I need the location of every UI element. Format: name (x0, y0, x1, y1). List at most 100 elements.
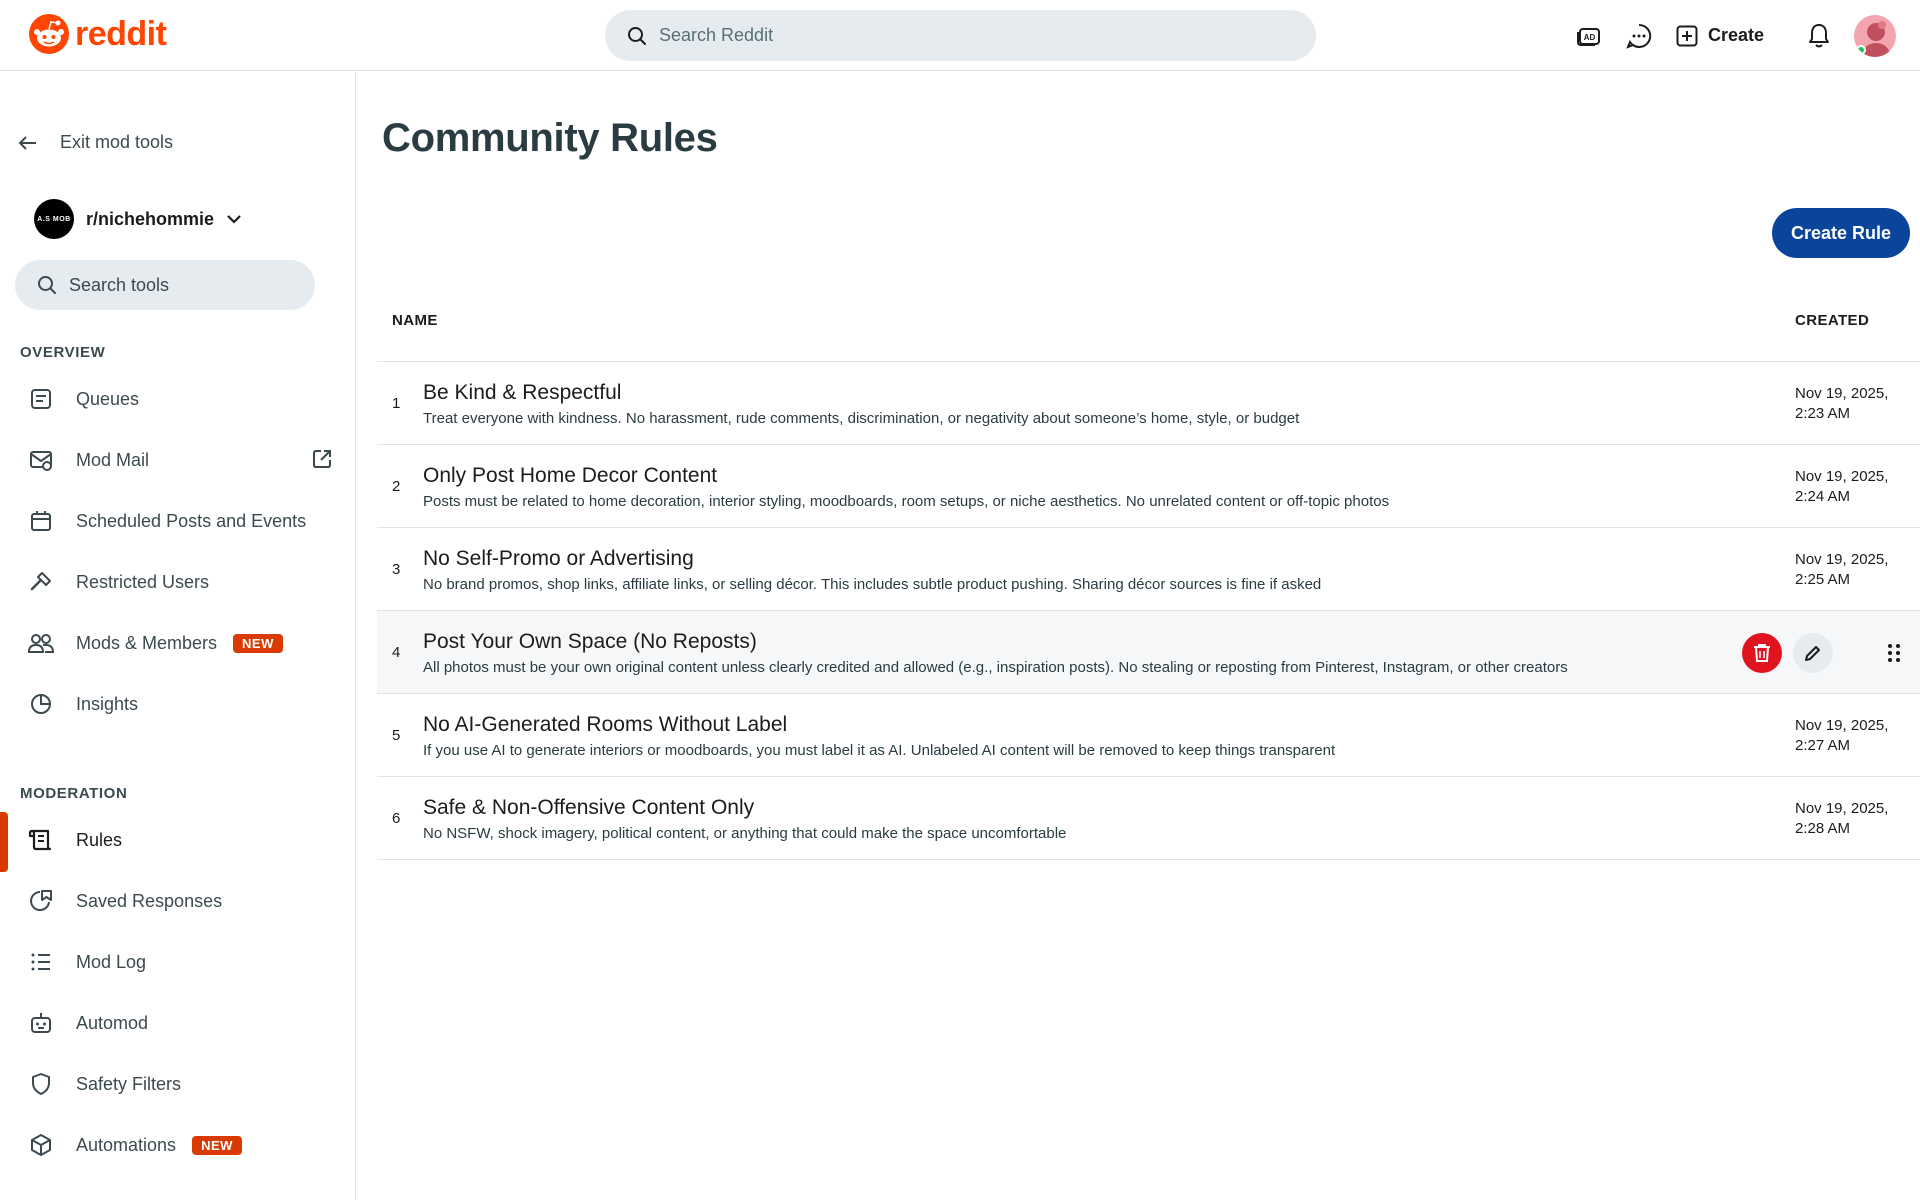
pencil-icon (1805, 646, 1820, 661)
notifications-button[interactable] (1794, 11, 1844, 61)
cube-icon (28, 1132, 54, 1158)
rule-row[interactable]: 2 Only Post Home Decor Content Posts mus… (377, 445, 1920, 528)
hammer-icon (28, 569, 54, 595)
snoo-icon (29, 14, 69, 54)
rule-created-date: Nov 19, 2025, 2:23 AM (1795, 384, 1915, 424)
rule-row[interactable]: 3 No Self-Promo or Advertising No brand … (377, 528, 1920, 611)
rule-description: No brand promos, shop links, affiliate l… (423, 576, 1322, 593)
active-indicator (0, 812, 8, 872)
rule-title: No Self-Promo or Advertising (423, 547, 694, 570)
rule-row[interactable]: 1 Be Kind & Respectful Treat everyone wi… (377, 362, 1920, 445)
trash-icon (1754, 644, 1770, 662)
time-text: 2:23 AM (1795, 405, 1851, 422)
list-icon (28, 949, 54, 975)
search-icon (38, 276, 56, 294)
pie-chart-icon (28, 691, 54, 717)
nav-item-safety-filters[interactable]: Safety Filters (0, 1056, 355, 1112)
drag-dots-icon (1888, 644, 1900, 662)
nav-item-insights[interactable]: Insights (0, 676, 355, 732)
chat-button[interactable] (1614, 11, 1664, 61)
nav-item-automod[interactable]: Automod (0, 995, 355, 1051)
rules-icon (28, 827, 54, 853)
main-content: Community Rules Create Rule NAME CREATED… (357, 72, 1920, 1200)
date-text: Nov 19, 2025, (1795, 551, 1889, 568)
rule-number: 2 (392, 478, 401, 495)
search-reddit-input[interactable]: Search Reddit (605, 10, 1316, 61)
queue-icon (28, 386, 54, 412)
community-name: r/nichehommie (86, 208, 215, 229)
community-avatar: A.S MOB (34, 199, 74, 239)
rule-row[interactable]: 6 Safe & Non-Offensive Content Only No N… (377, 777, 1920, 860)
nav-label: Rules (76, 829, 123, 850)
calendar-icon (28, 508, 54, 534)
new-badge: NEW (233, 633, 283, 653)
chevron-down-icon (227, 215, 241, 224)
rule-created-date: Nov 19, 2025, 2:25 AM (1795, 550, 1915, 590)
header-actions: AD Create (1564, 0, 1920, 71)
rule-row[interactable]: 5 No AI-Generated Rooms Without Label If… (377, 694, 1920, 777)
nav-label: Automod (76, 1012, 149, 1033)
rule-title: Be Kind & Respectful (423, 381, 622, 404)
date-text: Nov 19, 2025, (1795, 717, 1889, 734)
nav-label: Automations (76, 1134, 177, 1155)
nav-item-mods-members[interactable]: Mods & Members NEW (0, 615, 355, 671)
rule-description: All photos must be your own original con… (423, 659, 1568, 676)
external-link-icon[interactable] (311, 448, 333, 475)
nav-item-mod-mail[interactable]: Mod Mail (0, 432, 355, 488)
nav-item-automations[interactable]: Automations NEW (0, 1117, 355, 1173)
search-tools-placeholder: Search tools (69, 274, 170, 295)
rule-number: 6 (392, 810, 401, 827)
reddit-logo[interactable]: reddit (29, 14, 167, 54)
nav-label: Mod Log (76, 951, 147, 972)
rule-title: Only Post Home Decor Content (423, 464, 718, 487)
ads-icon: AD (1576, 27, 1600, 46)
rule-row[interactable]: 4 Post Your Own Space (No Reposts) All p… (377, 611, 1920, 694)
nav-item-saved-responses[interactable]: Saved Responses (0, 873, 355, 929)
nav-item-queues[interactable]: Queues (0, 371, 355, 427)
moderation-section-label: MODERATION (20, 785, 128, 802)
nav-label: Safety Filters (76, 1073, 182, 1094)
rule-title: Post Your Own Space (No Reposts) (423, 630, 757, 653)
rule-number: 4 (392, 644, 401, 661)
advertise-button[interactable]: AD (1564, 11, 1614, 61)
create-label: Create (1707, 25, 1764, 45)
nav-label: Mod Mail (76, 449, 150, 470)
column-header-name: NAME (392, 312, 438, 329)
user-avatar[interactable] (1854, 14, 1896, 57)
rule-number: 5 (392, 727, 401, 744)
page-title: Community Rules (382, 116, 718, 160)
mail-icon (28, 447, 54, 473)
nav-item-mod-log[interactable]: Mod Log (0, 934, 355, 990)
members-icon (28, 630, 54, 656)
plus-icon (1676, 25, 1698, 46)
top-header: reddit Search Reddit AD Create (0, 0, 1920, 71)
exit-mod-tools-link[interactable]: Exit mod tools (18, 132, 173, 153)
shield-icon (28, 1071, 54, 1097)
date-text: Nov 19, 2025, (1795, 468, 1889, 485)
time-text: 2:28 AM (1795, 820, 1851, 837)
rule-title: Safe & Non-Offensive Content Only (423, 796, 755, 819)
nav-label: Restricted Users (76, 571, 210, 592)
svg-text:AD: AD (1584, 33, 1596, 42)
nav-item-scheduled-posts[interactable]: Scheduled Posts and Events (0, 493, 355, 549)
edit-rule-button[interactable] (1793, 633, 1833, 673)
rule-number: 3 (392, 561, 401, 578)
create-post-button[interactable]: Create (1664, 14, 1776, 58)
time-text: 2:25 AM (1795, 571, 1851, 588)
nav-item-restricted-users[interactable]: Restricted Users (0, 554, 355, 610)
search-tools-input[interactable]: Search tools (15, 260, 315, 310)
drag-handle[interactable] (1874, 633, 1914, 673)
rule-description: If you use AI to generate interiors or m… (423, 742, 1336, 759)
create-rule-button[interactable]: Create Rule (1772, 208, 1910, 258)
nav-label: Saved Responses (76, 890, 223, 911)
nav-item-rules[interactable]: Rules (0, 812, 355, 872)
time-text: 2:24 AM (1795, 488, 1851, 505)
delete-rule-button[interactable] (1742, 633, 1782, 673)
bot-icon (28, 1010, 54, 1036)
community-switcher[interactable]: A.S MOB r/nichehommie (34, 199, 242, 239)
column-header-created: CREATED (1795, 312, 1870, 329)
rule-description: Treat everyone with kindness. No harassm… (423, 410, 1300, 427)
saved-response-icon (28, 888, 54, 914)
mod-tools-sidebar: Exit mod tools A.S MOB r/nichehommie Sea… (0, 72, 356, 1200)
rule-created-date: Nov 19, 2025, 2:28 AM (1795, 799, 1915, 839)
